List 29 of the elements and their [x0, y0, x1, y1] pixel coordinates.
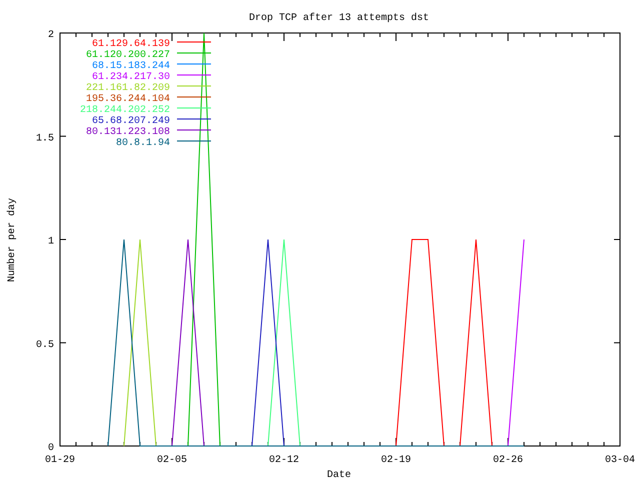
- y-tick-label: 1.5: [36, 133, 54, 144]
- y-tick-label: 0.5: [36, 340, 54, 351]
- x-tick-label: 02-12: [269, 455, 299, 466]
- x-tick-label: 02-05: [157, 455, 187, 466]
- x-tick-label: 02-26: [493, 455, 523, 466]
- x-axis-title: Date: [327, 470, 351, 480]
- legend-line: [176, 52, 212, 54]
- legend-label: 80.131.223.108: [86, 127, 170, 138]
- y-tick-label: 2: [48, 30, 54, 41]
- legend-label: 195.36.244.104: [86, 94, 170, 105]
- legend-line: [176, 74, 212, 76]
- legend-label: 221.161.82.209: [86, 83, 170, 94]
- legend-label: 61.129.64.139: [92, 39, 170, 50]
- legend-label: 65.68.207.249: [92, 116, 170, 127]
- y-tick-label: 1: [48, 236, 54, 248]
- x-tick-label: 03-04: [605, 455, 635, 466]
- legend-line: [176, 118, 212, 120]
- legend-line: [176, 140, 212, 142]
- legend-label: 68.15.183.244: [92, 61, 170, 72]
- legend-label: 61.120.200.227: [86, 50, 170, 61]
- chart-title: Drop TCP after 13 attempts dst: [248, 13, 430, 24]
- y-axis-title: Number per day: [7, 198, 18, 282]
- legend-label: 80.8.1.94: [116, 138, 170, 149]
- legend-line: [176, 96, 212, 98]
- legend-label: 218.244.202.252: [80, 105, 170, 116]
- x-tick-label: 01-29: [45, 455, 75, 466]
- y-tick-label: 0: [48, 443, 54, 454]
- x-tick-label: 02-19: [381, 455, 411, 466]
- legend-label: 61.234.217.30: [92, 72, 170, 83]
